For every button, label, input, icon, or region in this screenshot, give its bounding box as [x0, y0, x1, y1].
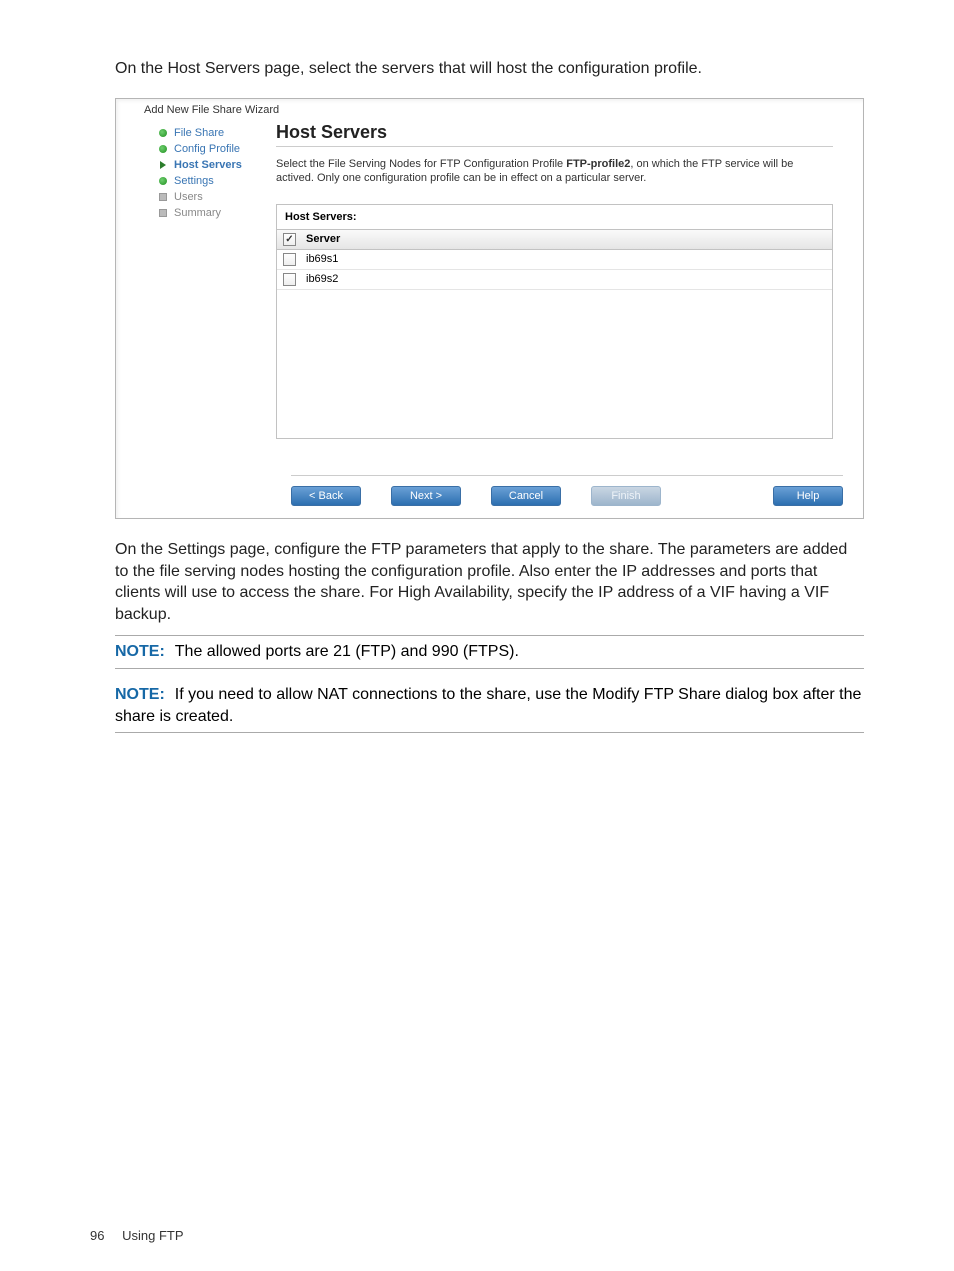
sidebar-item-label: Host Servers — [174, 159, 242, 171]
wizard-main: Host Servers Select the File Serving Nod… — [266, 117, 853, 455]
wizard-heading: Host Servers — [276, 122, 833, 147]
host-servers-label: Host Servers: — [277, 205, 832, 229]
sidebar-item-label: Config Profile — [174, 143, 240, 155]
sidebar-item-config-profile[interactable]: Config Profile — [158, 143, 266, 155]
wizard-container: Add New File Share Wizard File Share Con… — [115, 98, 864, 519]
wizard-body: File Share Config Profile Host Servers S… — [126, 117, 853, 455]
checkbox[interactable] — [283, 253, 296, 266]
server-name: ib69s1 — [306, 253, 338, 265]
intro-text: On the Host Servers page, select the ser… — [115, 60, 864, 78]
button-bar: < Back Next > Cancel Finish Help — [291, 475, 843, 506]
arrow-right-icon — [158, 160, 168, 170]
check-dot-icon — [158, 128, 168, 138]
sidebar-item-label: File Share — [174, 127, 224, 139]
table-row[interactable]: ib69s1 — [277, 250, 832, 270]
check-dot-icon — [158, 176, 168, 186]
note-label: NOTE: — [115, 643, 165, 660]
server-name: ib69s2 — [306, 273, 338, 285]
note-text: If you need to allow NAT connections to … — [115, 686, 861, 725]
note-ports: NOTE: The allowed ports are 21 (FTP) and … — [115, 635, 864, 669]
wizard-title: Add New File Share Wizard — [144, 104, 279, 116]
sidebar-item-settings[interactable]: Settings — [158, 175, 266, 187]
finish-button: Finish — [591, 486, 661, 506]
back-button[interactable]: < Back — [291, 486, 361, 506]
sidebar-item-label: Users — [174, 191, 203, 203]
wizard-description: Select the File Serving Nodes for FTP Co… — [276, 157, 833, 186]
wizard-desc-prefix: Select the File Serving Nodes for FTP Co… — [276, 158, 566, 170]
header-checkbox[interactable]: ✓ — [283, 233, 296, 246]
host-table-header: ✓ Server — [277, 229, 832, 250]
checkbox[interactable] — [283, 273, 296, 286]
host-table-body: ib69s1 ib69s2 — [277, 250, 832, 438]
wizard-desc-bold: FTP-profile2 — [566, 158, 630, 170]
wizard-sidebar: File Share Config Profile Host Servers S… — [126, 117, 266, 455]
square-pending-icon — [158, 192, 168, 202]
help-button[interactable]: Help — [773, 486, 843, 506]
sidebar-item-users[interactable]: Users — [158, 191, 266, 203]
note-text: The allowed ports are 21 (FTP) and 990 (… — [175, 643, 519, 660]
settings-paragraph: On the Settings page, configure the FTP … — [115, 539, 864, 625]
table-row[interactable]: ib69s2 — [277, 270, 832, 290]
square-pending-icon — [158, 208, 168, 218]
sidebar-item-host-servers[interactable]: Host Servers — [158, 159, 266, 171]
host-servers-panel: Host Servers: ✓ Server ib69s1 ib69s2 — [276, 204, 833, 439]
sidebar-item-file-share[interactable]: File Share — [158, 127, 266, 139]
header-label: Server — [306, 233, 340, 245]
check-dot-icon — [158, 144, 168, 154]
sidebar-item-label: Summary — [174, 207, 221, 219]
note-label: NOTE: — [115, 686, 165, 703]
page-number: 96 — [90, 1228, 104, 1243]
page-footer: 96 Using FTP — [90, 1228, 184, 1243]
cancel-button[interactable]: Cancel — [491, 486, 561, 506]
section-title: Using FTP — [122, 1228, 183, 1243]
sidebar-item-summary[interactable]: Summary — [158, 207, 266, 219]
next-button[interactable]: Next > — [391, 486, 461, 506]
sidebar-item-label: Settings — [174, 175, 214, 187]
note-nat: NOTE:If you need to allow NAT connection… — [115, 679, 864, 733]
